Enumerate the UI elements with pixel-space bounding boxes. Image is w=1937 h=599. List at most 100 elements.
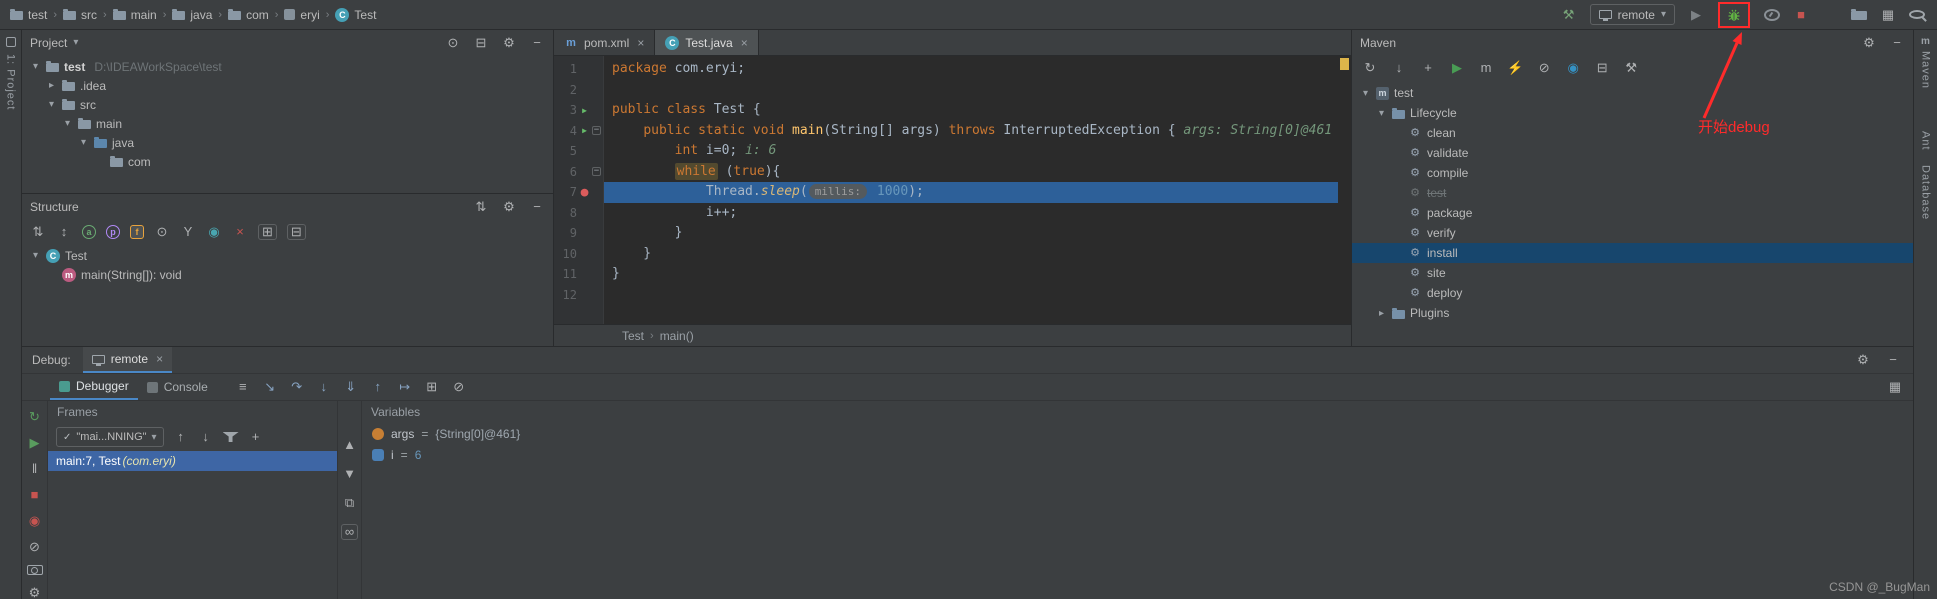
tree-item[interactable]: deploy — [1352, 283, 1913, 303]
autoscroll-to-source-icon[interactable]: ⊞ — [258, 223, 277, 240]
close-tab-icon[interactable]: × — [637, 36, 644, 50]
thread-dropdown[interactable]: ✓ "mai...NNING" ▾ — [56, 427, 164, 447]
hide-panel-icon[interactable]: − — [529, 35, 545, 51]
force-step-into-icon[interactable]: ⇓ — [343, 379, 359, 395]
settings-gear-icon[interactable]: ⚙ — [1855, 352, 1871, 368]
next-frame-icon[interactable]: ↓ — [198, 429, 214, 445]
tree-item[interactable]: ▾ test D:\IDEAWorkSpace\test — [22, 57, 553, 76]
show-fields-icon[interactable]: f — [130, 224, 144, 239]
step-into-icon[interactable]: ↓ — [316, 379, 332, 395]
breadcrumb-item[interactable]: Test — [333, 7, 378, 22]
step-out-icon[interactable]: ↑ — [370, 379, 386, 395]
pause-icon[interactable]: ‖ — [27, 461, 43, 477]
code-line[interactable] — [612, 80, 1338, 101]
tree-item[interactable]: install — [1352, 243, 1913, 263]
tree-item[interactable]: compile — [1352, 163, 1913, 183]
code-line[interactable] — [612, 285, 1338, 306]
breadcrumb-item[interactable]: com — [226, 8, 271, 22]
debug-session-tab[interactable]: remote × — [82, 347, 173, 373]
mute-breakpoints-icon[interactable]: ⊘ — [27, 539, 43, 555]
stop-icon[interactable]: ■ — [27, 487, 43, 503]
breadcrumb-item[interactable]: java — [170, 8, 214, 22]
locate-file-icon[interactable]: ⊙ — [445, 35, 461, 51]
settings-gear-icon[interactable]: ⚙ — [501, 199, 517, 215]
code-line[interactable]: } — [612, 264, 1338, 285]
add-maven-project-icon[interactable]: + — [1420, 60, 1436, 76]
mute-breakpoints-icon[interactable]: ⊘ — [451, 379, 467, 395]
tree-item[interactable]: com — [22, 152, 553, 171]
debug-button[interactable] — [1726, 7, 1742, 23]
tool-stripe-button[interactable]: Ant — [1920, 131, 1932, 151]
editor-tab[interactable]: Test.java × — [655, 30, 759, 55]
project-folders-icon[interactable] — [1851, 9, 1867, 20]
code-line[interactable]: Thread.sleep(millis: 1000); — [604, 182, 1338, 203]
variable-row[interactable]: i = 6 — [362, 444, 1913, 465]
code-line[interactable]: int i=0; i: 6 — [612, 141, 1338, 162]
layout-settings-icon[interactable]: ≡ — [235, 379, 251, 395]
breadcrumb-item[interactable]: main() — [658, 329, 696, 343]
tree-item[interactable]: validate — [1352, 143, 1913, 163]
stack-frame-row[interactable]: main:7, Test (com.eryi) — [48, 451, 337, 471]
stop-button[interactable]: ■ — [1793, 7, 1809, 23]
chevron-collapsed-icon[interactable]: ▸ — [1376, 308, 1387, 319]
warning-stripe-mark[interactable] — [1340, 58, 1349, 70]
copy-value-icon[interactable]: ⧉ — [342, 495, 358, 511]
settings-gear-icon[interactable]: ⚙ — [1861, 35, 1877, 51]
scroll-to-source-icon[interactable]: ⊙ — [154, 224, 170, 240]
tree-item[interactable]: ▾ Test — [22, 246, 553, 265]
tree-item[interactable]: ▾ java — [22, 133, 553, 152]
close-tab-icon[interactable]: × — [741, 36, 748, 50]
tree-item[interactable]: ▸ Plugins — [1352, 303, 1913, 323]
run-to-cursor-icon[interactable]: ↦ — [397, 379, 413, 395]
run-maven-build-icon[interactable]: ▶ — [1449, 60, 1465, 76]
rerun-icon[interactable]: ↻ — [27, 409, 43, 425]
code-line[interactable]: i++; — [612, 203, 1338, 224]
debug-view-tab[interactable]: Debugger — [50, 374, 138, 400]
run-button[interactable]: ▶ — [1688, 7, 1704, 23]
show-anonymous-classes-icon[interactable]: a — [82, 224, 96, 239]
hide-panel-icon[interactable]: − — [1889, 35, 1905, 51]
chevron-expanded-icon[interactable]: ▾ — [78, 137, 89, 148]
chevron-down-icon[interactable]: ▾ — [73, 37, 78, 48]
filter-frames-icon[interactable] — [222, 432, 239, 442]
settings-gear-icon[interactable]: ⚙ — [27, 585, 43, 599]
tree-item[interactable]: test — [1352, 183, 1913, 203]
debug-view-tab[interactable]: Console — [138, 374, 217, 400]
chevron-expanded-icon[interactable]: ▾ — [30, 250, 41, 261]
run-gutter-icon[interactable]: ▶ — [577, 106, 592, 115]
tree-item[interactable]: ▾ main — [22, 114, 553, 133]
show-execution-point-icon[interactable]: ↘ — [262, 379, 278, 395]
chevron-expanded-icon[interactable]: ▾ — [46, 99, 57, 110]
code-line[interactable]: } — [612, 223, 1338, 244]
collapse-all-icon[interactable]: ⊟ — [473, 35, 489, 51]
fold-marker[interactable]: − — [592, 126, 601, 136]
tree-item[interactable]: verify — [1352, 223, 1913, 243]
autoscroll-from-source-icon[interactable]: ⊟ — [286, 223, 306, 240]
tree-item[interactable]: site — [1352, 263, 1913, 283]
hide-panel-icon[interactable]: − — [529, 199, 545, 215]
code-line[interactable]: public static void main(String[] args) t… — [612, 121, 1338, 142]
breadcrumb-item[interactable]: Test — [620, 329, 646, 343]
tree-item[interactable]: clean — [1352, 123, 1913, 143]
layout-windows-icon[interactable]: ▦ — [1880, 7, 1896, 23]
tree-item[interactable]: ▾ src — [22, 95, 553, 114]
previous-frame-icon[interactable]: ↑ — [173, 429, 189, 445]
sort-icon[interactable]: ⇅ — [473, 199, 489, 215]
chevron-expanded-icon[interactable]: ▾ — [1360, 88, 1371, 99]
download-sources-icon[interactable]: ↓ — [1391, 60, 1407, 76]
sort-by-visibility-icon[interactable]: ↕ — [56, 224, 72, 240]
breadcrumb-item[interactable]: main — [111, 8, 159, 22]
tool-stripe-button[interactable]: Database — [1920, 165, 1932, 220]
collapse-all-icon[interactable]: ⊟ — [1594, 60, 1610, 76]
thread-dump-icon[interactable] — [26, 565, 43, 575]
search-everywhere-icon[interactable] — [1909, 10, 1925, 19]
chevron-collapsed-icon[interactable]: ▸ — [46, 80, 57, 91]
chevron-expanded-icon[interactable]: ▾ — [30, 61, 41, 72]
remove-icon[interactable]: × — [232, 224, 248, 240]
tree-item[interactable]: main(String[]): void — [22, 265, 553, 284]
close-tab-icon[interactable]: × — [156, 352, 163, 366]
expand-node-icon[interactable]: ◉ — [206, 224, 222, 240]
view-breakpoints-icon[interactable]: ◉ — [27, 513, 43, 529]
tree-item[interactable]: ▸ .idea — [22, 76, 553, 95]
code-line[interactable]: while (true){ — [612, 162, 1338, 183]
